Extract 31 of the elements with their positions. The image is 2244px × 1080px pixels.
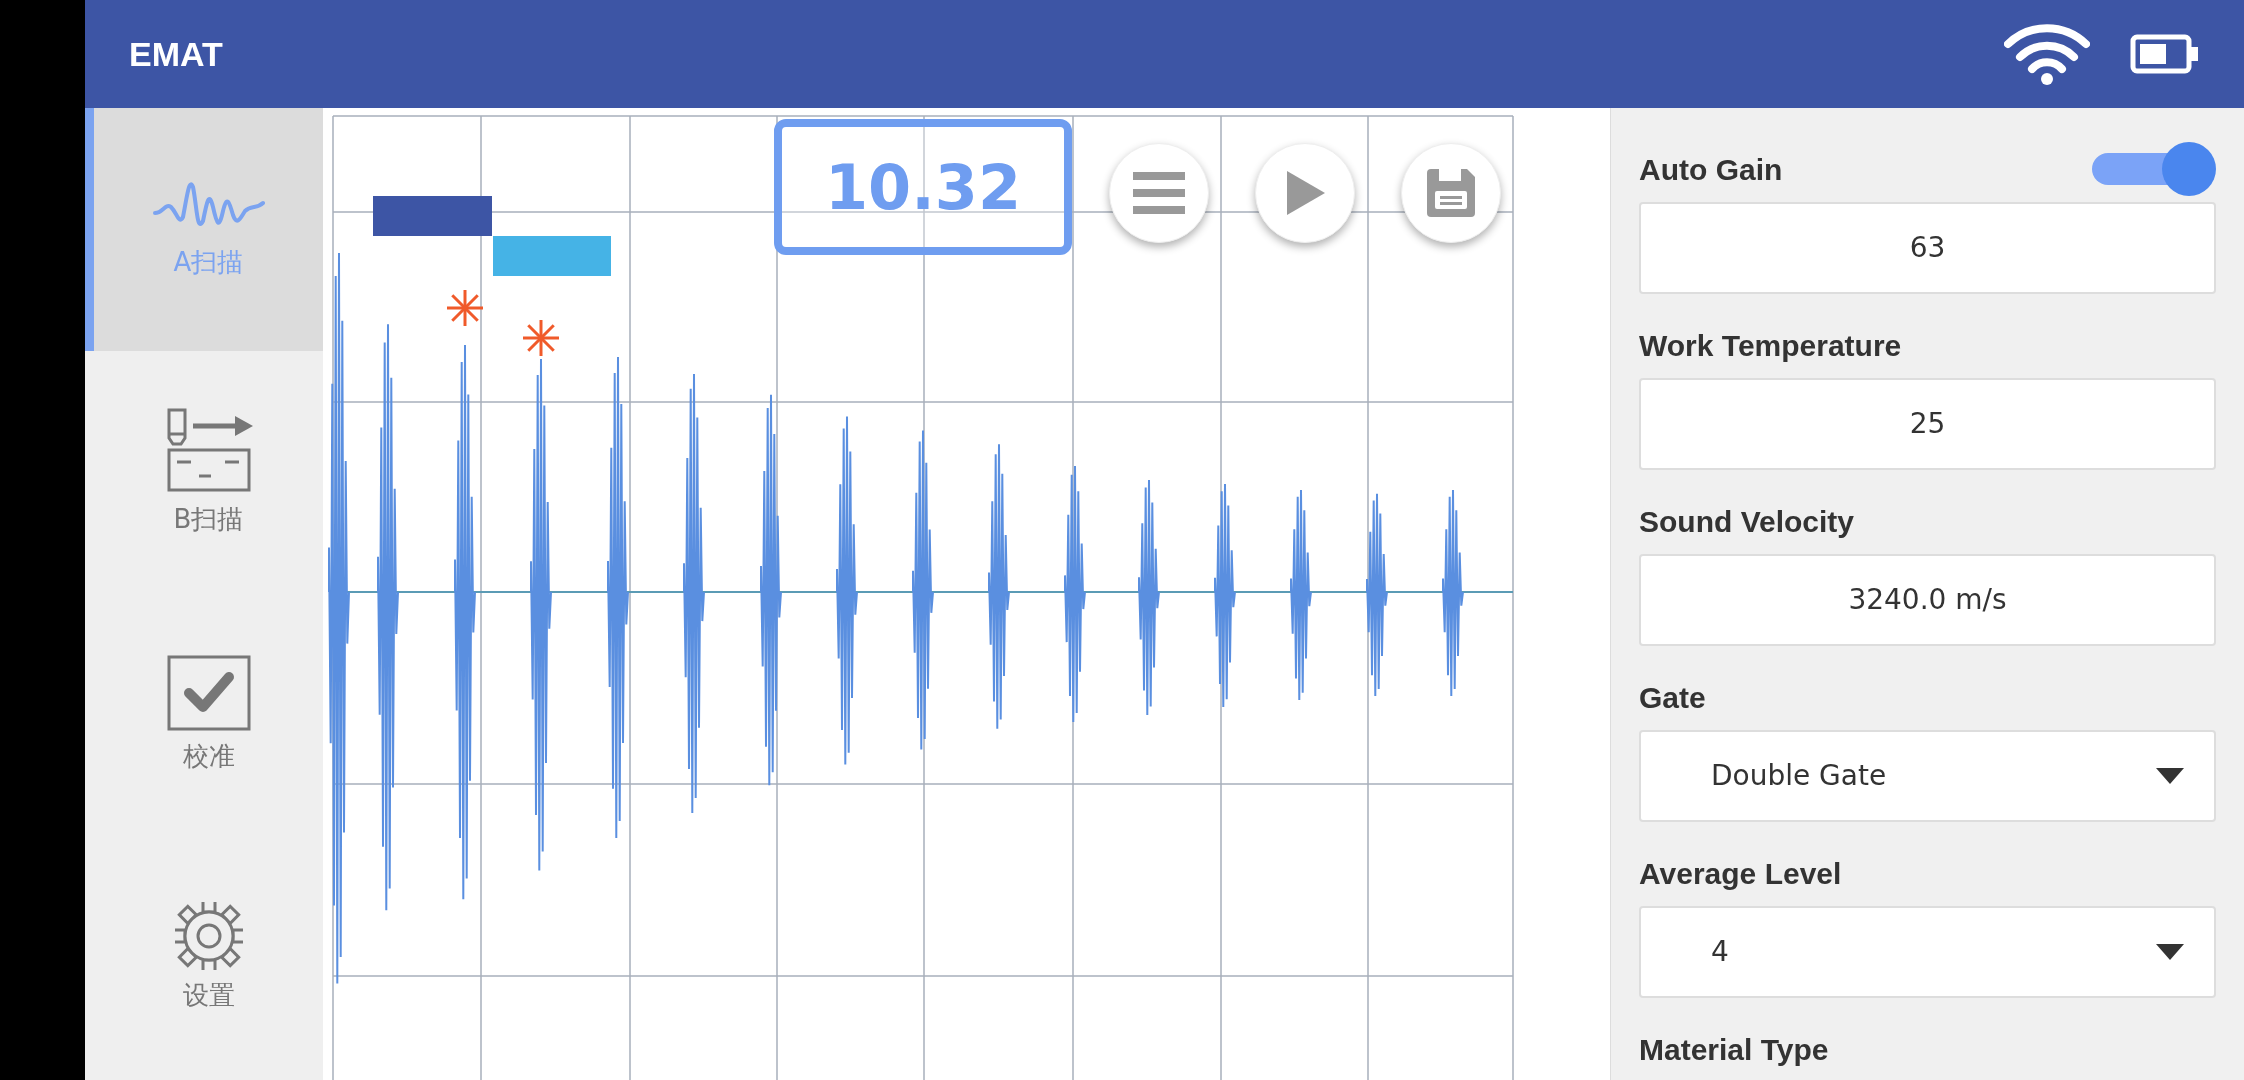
save-button[interactable] [1401,143,1501,243]
nav-tab[interactable]: 设置 [85,837,323,1080]
setting-label: Gate [1639,679,1706,716]
peak-marker-icon [447,290,483,326]
play-button[interactable] [1255,143,1355,243]
menu-button[interactable] [1109,143,1209,243]
wifi-icon [2004,22,2090,86]
dropdown[interactable]: 4 [1639,906,2216,998]
toggle-switch[interactable] [2092,142,2216,196]
checkbox-icon [166,655,251,731]
setting-label: Average Level [1639,855,1842,892]
setting-label: Sound Velocity [1639,503,1855,540]
input-field[interactable]: 3240.0 m/s [1639,554,2216,646]
menu-icon [1133,172,1185,214]
peak-marker-icon [523,320,559,356]
setting-label: Auto Gain [1639,151,1783,188]
save-icon [1427,169,1475,217]
nav-tab[interactable]: B扫描 [85,351,323,594]
input-field[interactable]: 63 [1639,202,2216,294]
dropdown[interactable]: Double Gate [1639,730,2216,822]
play-icon [1285,171,1325,215]
battery-icon [2130,34,2200,74]
app-title: EMAT [129,33,223,75]
nav-tab[interactable]: 校准 [85,594,323,837]
dropdown-caret-icon [2156,768,2184,784]
setting-label: Work Temperature [1639,327,1902,364]
setting-label: Material Type [1639,1031,1829,1068]
input-field[interactable]: 25 [1639,378,2216,470]
settings-icon [174,902,243,970]
thickness-reading: 10.32 [774,119,1072,255]
dropdown-caret-icon [2156,944,2184,960]
